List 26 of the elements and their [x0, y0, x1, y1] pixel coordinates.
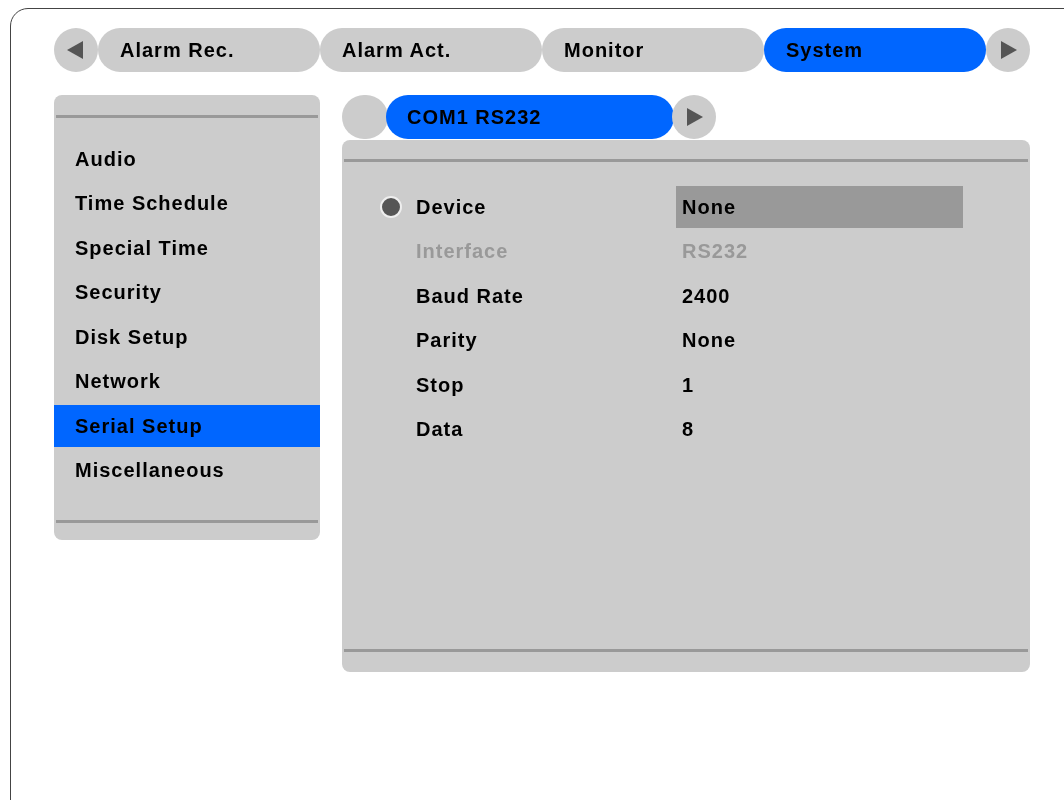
setting-label: Baud Rate	[416, 284, 525, 308]
menu-tab[interactable]: Alarm Rec.	[98, 28, 320, 72]
previous-tab-button[interactable]	[54, 28, 98, 72]
sidebar-item[interactable]: Special Time	[54, 227, 320, 269]
menu-tab[interactable]: Alarm Act.	[320, 28, 542, 72]
menu-tab[interactable]: Monitor	[542, 28, 764, 72]
setting-value[interactable]: None	[676, 186, 963, 229]
setting-label: Stop	[416, 373, 466, 397]
menu-tab[interactable]: System	[764, 28, 986, 72]
setting-label: Data	[416, 418, 465, 442]
setting-value[interactable]: None	[676, 319, 963, 362]
setting-value[interactable]: 2400	[676, 275, 963, 318]
setting-value[interactable]: 8	[676, 408, 963, 451]
sidebar-item[interactable]: Disk Setup	[54, 316, 320, 358]
sidebar-item[interactable]: Security	[54, 271, 320, 314]
sidebar-item[interactable]: Serial Setup	[54, 405, 320, 447]
sidebar-item[interactable]: Time Schedule	[54, 182, 320, 225]
setting-label: Device	[416, 195, 488, 219]
setting-label: Parity	[416, 329, 479, 353]
sidebar-item[interactable]: Miscellaneous	[54, 449, 320, 492]
setting-value[interactable]: 1	[676, 364, 963, 407]
port-tab[interactable]: COM1 RS232	[386, 95, 674, 139]
next-subtab-button[interactable]	[672, 95, 716, 139]
sidebar-item[interactable]: Network	[54, 360, 320, 403]
next-tab-button[interactable]	[986, 28, 1030, 72]
sidebar-item[interactable]: Audio	[54, 138, 320, 180]
